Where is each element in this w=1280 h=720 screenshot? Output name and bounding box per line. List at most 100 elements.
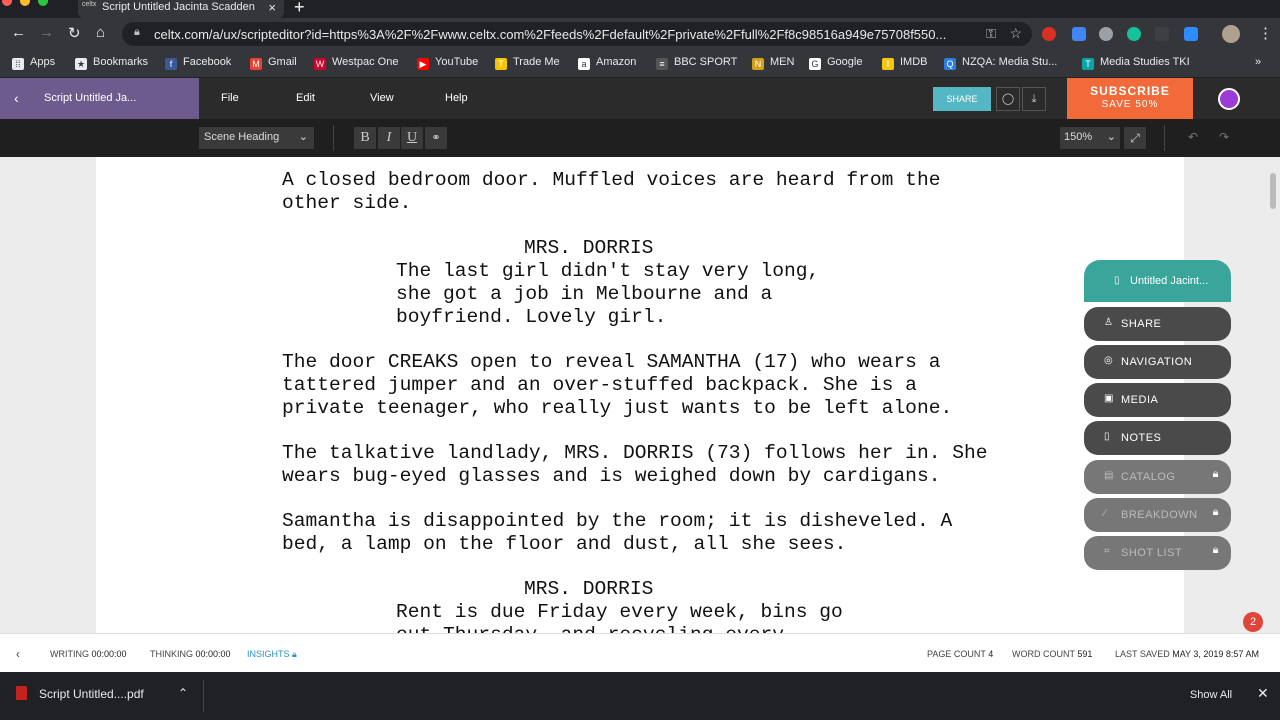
panel-document-header[interactable]: ▯ Untitled Jacint... (1084, 260, 1231, 302)
zoom-select[interactable]: 150% ⌄ (1060, 127, 1120, 149)
extension-icon[interactable] (1042, 27, 1056, 41)
action-line[interactable]: bed, a lamp on the floor and dust, all s… (282, 533, 846, 556)
panel-item-notes[interactable]: ▯ NOTES (1084, 421, 1231, 455)
character-name[interactable]: MRS. DORRIS (524, 237, 653, 260)
show-all-button[interactable]: Show All (1177, 682, 1245, 708)
comment-icon[interactable]: ◯ (996, 87, 1020, 111)
fullscreen-icon[interactable]: ⤢ (1124, 127, 1146, 149)
minimize-window-icon[interactable] (20, 0, 30, 6)
bookmark-item[interactable]: ⁞⁞ Apps (12, 56, 55, 70)
zoom-extension-icon[interactable] (1184, 27, 1198, 41)
download-icon[interactable]: ⤓ (1022, 87, 1046, 111)
writing-label: WRITING (50, 649, 89, 659)
close-window-icon[interactable] (2, 0, 12, 6)
extension-icon[interactable] (1155, 27, 1169, 41)
share-button[interactable]: SHARE (933, 87, 991, 111)
browser-tab[interactable]: celtx Script Untitled Jacinta Scadden × (78, 0, 284, 18)
action-line[interactable]: A closed bedroom door. Muffled voices ar… (282, 169, 940, 192)
character-name[interactable]: MRS. DORRIS (524, 578, 653, 601)
back-arrow-icon[interactable]: ← (11, 24, 26, 41)
action-line[interactable]: wears bug-eyed glasses and is weighed do… (282, 465, 940, 488)
address-bar[interactable]: 🔒︎ celtx.com/a/ux/scripteditor?id=https%… (122, 22, 1032, 46)
undo-icon[interactable]: ↶ (1188, 130, 1198, 144)
bookmark-star-icon[interactable]: ☆ (1009, 25, 1022, 42)
bookmark-item[interactable]: f Facebook (165, 56, 231, 70)
menu-file[interactable]: File (221, 92, 239, 104)
panel-item-media[interactable]: ▣ MEDIA (1084, 383, 1231, 417)
close-tab-icon[interactable]: × (268, 0, 276, 15)
lock-icon: 🔒︎ (1212, 544, 1219, 556)
panel-item-share[interactable]: ♙ SHARE (1084, 307, 1231, 341)
vertical-scrollbar[interactable] (1270, 173, 1276, 209)
download-item[interactable]: Script Untitled....pdf (16, 686, 144, 701)
bookmark-item[interactable]: ≡ BBC SPORT (656, 56, 737, 70)
reload-icon[interactable]: ↻ (68, 24, 81, 42)
key-icon[interactable]: ⚿ (986, 26, 996, 42)
dialogue-line[interactable]: out Thursday, and recycling every (396, 624, 784, 633)
lock-icon: 🔒︎ (1212, 506, 1219, 518)
bookmark-item[interactable]: ▶ YouTube (417, 56, 478, 70)
element-type-select[interactable]: Scene Heading ⌄ (199, 127, 314, 149)
divider (333, 125, 334, 151)
underline-button[interactable]: U (401, 127, 423, 149)
action-line[interactable]: Samantha is disappointed by the room; it… (282, 510, 952, 533)
maximize-window-icon[interactable] (38, 0, 48, 6)
bookmark-item[interactable]: W Westpac One (314, 56, 398, 70)
script-page[interactable]: A closed bedroom door. Muffled voices ar… (96, 157, 1184, 633)
menu-edit[interactable]: Edit (296, 92, 315, 104)
new-tab-icon[interactable]: + (294, 0, 305, 18)
chrome-menu-icon[interactable]: ⋮ (1258, 24, 1273, 42)
insights-link[interactable]: INSIGHTS 🔒︎ (247, 649, 297, 660)
bookmark-item[interactable]: Q NZQA: Media Stu... (944, 56, 1057, 70)
dialogue-line[interactable]: Rent is due Friday every week, bins go (396, 601, 843, 624)
profile-avatar[interactable] (1222, 25, 1240, 43)
download-filename: Script Untitled....pdf (39, 687, 144, 701)
action-line[interactable]: The door CREAKS open to reveal SAMANTHA … (282, 351, 940, 374)
bookmark-item[interactable]: I IMDB (882, 56, 928, 70)
page-count-value: 4 (988, 649, 994, 659)
action-line[interactable]: tattered jumper and an over-stuffed back… (282, 374, 917, 397)
menu-view[interactable]: View (370, 92, 394, 104)
action-line[interactable]: The talkative landlady, MRS. DORRIS (73)… (282, 442, 988, 465)
action-line[interactable]: other side. (282, 192, 411, 215)
menu-help[interactable]: Help (445, 92, 468, 104)
bookmark-label: IMDB (900, 56, 928, 68)
bookmark-item[interactable]: G Google (809, 56, 862, 70)
bold-button[interactable]: B (354, 127, 376, 149)
chevron-left-icon[interactable]: ‹ (14, 90, 19, 106)
link-icon[interactable]: ⚭ (425, 127, 447, 149)
divider (203, 680, 204, 712)
close-icon[interactable]: ✕ (1257, 685, 1269, 702)
extension-icon[interactable] (1072, 27, 1086, 41)
dialogue-line[interactable]: The last girl didn't stay very long, (396, 260, 819, 283)
panel-item-catalog[interactable]: ▤ CATALOG 🔒︎ (1084, 460, 1231, 494)
subscribe-button[interactable]: SUBSCRIBE SAVE 50% (1067, 78, 1193, 119)
dialogue-line[interactable]: boyfriend. Lovely girl. (396, 306, 666, 329)
panel-item-navigation[interactable]: ◎ NAVIGATION (1084, 345, 1231, 379)
bookmark-item[interactable]: M Gmail (250, 56, 297, 70)
collapse-chevron-icon[interactable]: ‹ (16, 647, 20, 661)
panel-item-shot-list[interactable]: ⌗ SHOT LIST 🔒︎ (1084, 536, 1231, 570)
dialogue-line[interactable]: she got a job in Melbourne and a (396, 283, 772, 306)
bookmark-item[interactable]: ★ Bookmarks (75, 56, 148, 70)
notification-badge[interactable]: 2 (1243, 612, 1263, 632)
panel-item-breakdown[interactable]: ⁄ BREAKDOWN 🔒︎ (1084, 498, 1231, 532)
bookmark-label: Trade Me (513, 56, 560, 68)
star-icon: ★ (75, 58, 87, 70)
bookmark-item[interactable]: a Amazon (578, 56, 636, 70)
forward-arrow-icon[interactable]: → (39, 24, 54, 41)
more-bookmarks-icon[interactable]: » (1255, 56, 1261, 68)
bookmark-item[interactable]: T Trade Me (495, 56, 560, 70)
action-line[interactable]: private teenager, who really just wants … (282, 397, 952, 420)
user-avatar[interactable] (1218, 88, 1240, 110)
bookmark-item[interactable]: T Media Studies TKI (1082, 56, 1190, 70)
italic-button[interactable]: I (378, 127, 400, 149)
redo-icon[interactable]: ↷ (1219, 130, 1229, 144)
grammarly-icon[interactable] (1127, 27, 1141, 41)
extension-icon[interactable] (1099, 27, 1113, 41)
home-icon[interactable]: ⌂ (96, 24, 105, 41)
chevron-up-icon[interactable]: ⌃ (178, 686, 188, 700)
word-count: WORD COUNT 591 (1012, 649, 1092, 659)
document-tab[interactable]: ‹ Script Untitled Ja... (0, 78, 199, 119)
bookmark-item[interactable]: N MEN (752, 56, 794, 70)
